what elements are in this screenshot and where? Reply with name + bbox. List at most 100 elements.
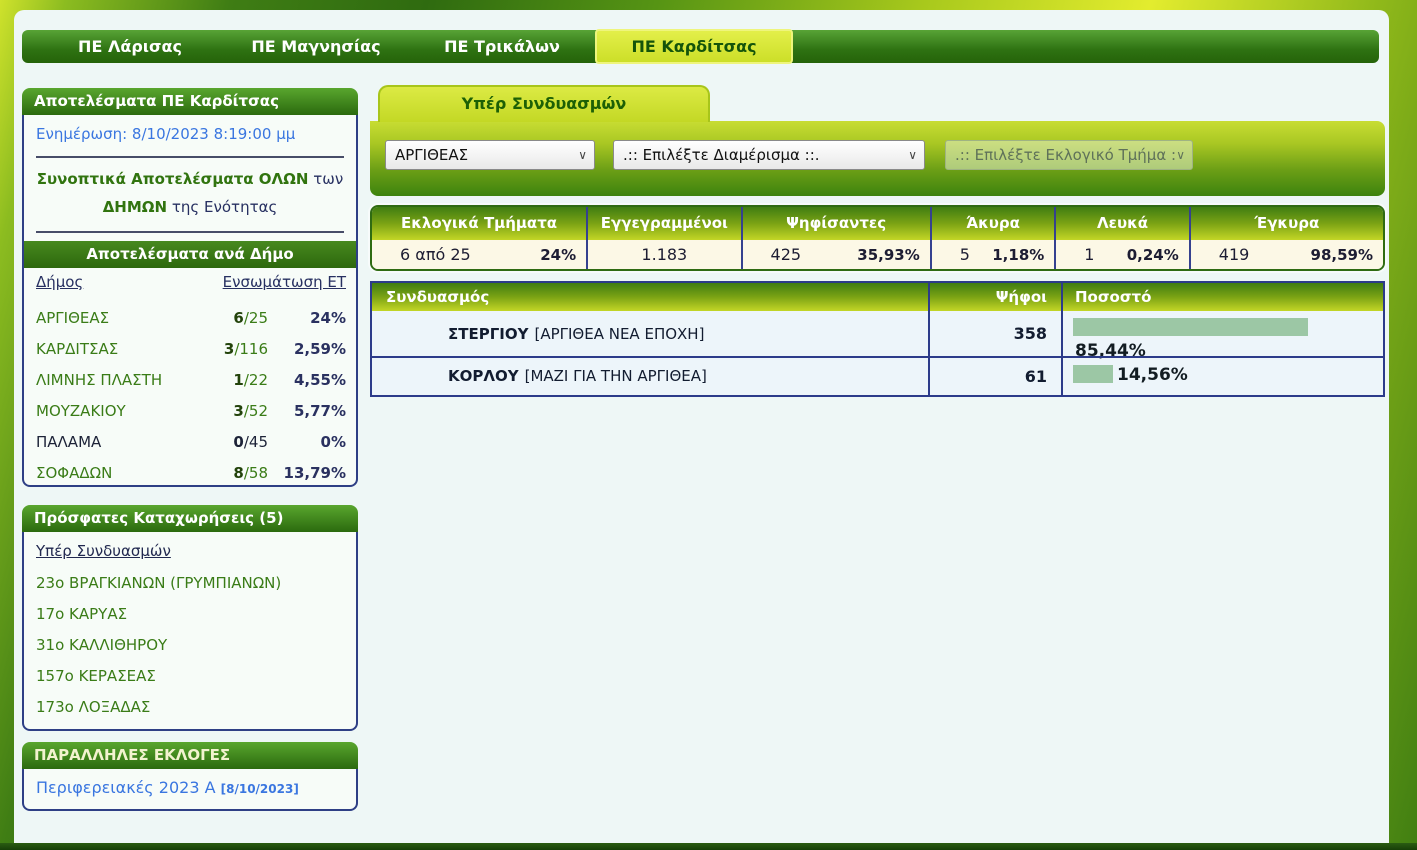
municipality-link[interactable]: ΛΙΜΝΗΣ ΠΛΑΣΤΗ bbox=[36, 371, 173, 389]
percent-label: 14,56% bbox=[1117, 365, 1188, 385]
count-total: /52 bbox=[244, 402, 268, 420]
recent-entry-link[interactable]: 173ο ΛΟΞΑΔΑΣ bbox=[36, 698, 150, 716]
parallel-elections-title: ΠΑΡΑΛΛΗΛΕΣ ΕΚΛΟΓΕΣ bbox=[22, 742, 358, 769]
divider bbox=[36, 156, 344, 158]
parallel-elections-panel: Περιφερειακές 2023 Α [8/10/2023] bbox=[22, 769, 358, 811]
results-table-header: Συνδυασμός Ψήφοι Ποσοστό bbox=[372, 283, 1383, 311]
municipality-link[interactable]: ΚΑΡΔΙΤΣΑΣ bbox=[36, 340, 173, 358]
candidate-name: ΚΟΡΛΟΥ bbox=[448, 367, 519, 385]
municipality-select-value: ΑΡΓΙΘΕΑΣ bbox=[395, 146, 468, 164]
municipality-table-header: Δήμος Ενσωμάτωση ΕΤ bbox=[36, 273, 346, 302]
parallel-election-label: Περιφερειακές 2023 Α bbox=[36, 778, 216, 797]
stat-value: 1 bbox=[1084, 245, 1094, 264]
recent-entry-link[interactable]: 31ο ΚΑΛΛΙΘΗΡΟΥ bbox=[36, 636, 167, 654]
combination-cell: ΚΟΡΛΟΥ [ΜΑΖΙ ΓΙΑ ΤΗΝ ΑΡΓΙΘΕΑ] bbox=[372, 356, 928, 395]
stat-blank: Λευκά 10,24% bbox=[1054, 207, 1188, 269]
summary-all-municipalities-link[interactable]: Συνοπτικά Αποτελέσματα ΟΛΩΝ των ΔΗΜΩΝ τη… bbox=[24, 165, 356, 221]
count-total: /22 bbox=[244, 371, 268, 389]
results-table: Συνδυασμός Ψήφοι Ποσοστό ΣΤΕΡΓΙΟΥ [ΑΡΓΙΘΕ… bbox=[370, 281, 1385, 397]
stat-label: Εγγεγραμμένοι bbox=[588, 207, 740, 240]
count-done: 8 bbox=[233, 464, 243, 482]
municipality-row: ΜΟΥΖΑΚΙΟΥ 3/52 5,77% bbox=[36, 395, 346, 426]
count-total: /25 bbox=[244, 309, 268, 327]
chevron-down-icon: ∨ bbox=[1176, 141, 1185, 169]
count-done: 1 bbox=[233, 371, 243, 389]
district-select[interactable]: .:: Επιλέξτε Διαμέρισμα ::. ∨ bbox=[613, 140, 925, 170]
percent-bar bbox=[1073, 318, 1308, 336]
stat-label: Λευκά bbox=[1056, 207, 1188, 240]
stat-invalid: Άκυρα 51,18% bbox=[930, 207, 1055, 269]
municipality-pct: 24% bbox=[268, 309, 346, 327]
municipality-link[interactable]: ΣΟΦΑΔΩΝ bbox=[36, 464, 173, 482]
count-total: /45 bbox=[244, 433, 268, 451]
municipality-pct: 4,55% bbox=[268, 371, 346, 389]
stat-pct: 24% bbox=[540, 246, 576, 264]
precinct-select-value: .:: Επιλέξτε Εκλογικό Τμήμα : bbox=[955, 146, 1176, 164]
chevron-down-icon: ∨ bbox=[908, 141, 917, 169]
stat-label: Εκλογικά Τμήματα bbox=[372, 207, 586, 240]
stat-value: 5 bbox=[960, 245, 970, 264]
candidate-name: ΣΤΕΡΓΙΟΥ bbox=[448, 325, 528, 343]
col-votes: Ψήφοι bbox=[928, 283, 1061, 311]
stat-label: Έγκυρα bbox=[1191, 207, 1383, 240]
per-municipality-header: Αποτελέσματα ανά Δήμο bbox=[24, 241, 356, 268]
stat-label: Ψηφίσαντες bbox=[743, 207, 930, 240]
municipality-link[interactable]: ΠΑΛΑΜΑ bbox=[36, 433, 173, 451]
region-tabs-bar: ΠΕ Λάρισας ΠΕ Μαγνησίας ΠΕ Τρικάλων ΠΕ Κ… bbox=[22, 30, 1379, 63]
municipality-pct: 13,79% bbox=[268, 464, 346, 482]
tab-pe-magnisias[interactable]: ΠΕ Μαγνησίας bbox=[223, 37, 409, 56]
percent-label: 85,44% bbox=[1075, 341, 1146, 361]
stat-value: 419 bbox=[1219, 245, 1250, 264]
col-integration: Ενσωμάτωση ΕΤ bbox=[223, 273, 346, 302]
tab-pe-karditsas[interactable]: ΠΕ Καρδίτσας bbox=[595, 29, 793, 64]
count-total: /116 bbox=[234, 340, 268, 358]
stat-registered: Εγγεγραμμένοι 1.183 bbox=[586, 207, 740, 269]
summary-part2: των bbox=[313, 170, 343, 188]
parallel-election-link[interactable]: Περιφερειακές 2023 Α [8/10/2023] bbox=[36, 778, 299, 797]
stat-pct: 35,93% bbox=[857, 246, 919, 264]
municipality-row: ΚΑΡΔΙΤΣΑΣ 3/116 2,59% bbox=[36, 333, 346, 364]
results-panel-title: Αποτελέσματα ΠΕ Καρδίτσας bbox=[22, 88, 358, 115]
municipality-count: 8/58 bbox=[173, 464, 268, 482]
result-row: ΣΤΕΡΓΙΟΥ[ΑΡΓΙΘΕΑ ΝΕΑ ΕΠΟΧΗ] 358 85,44% bbox=[372, 311, 1383, 356]
stat-precincts: Εκλογικά Τμήματα 6 από 2524% bbox=[372, 207, 586, 269]
recent-entries-subtitle: Υπέρ Συνδυασμών bbox=[36, 542, 171, 560]
party-name: [ΜΑΖΙ ΓΙΑ ΤΗΝ ΑΡΓΙΘΕΑ] bbox=[525, 367, 707, 385]
recent-entry-link[interactable]: 17ο ΚΑΡΥΑΣ bbox=[36, 605, 127, 623]
party-name: [ΑΡΓΙΘΕΑ ΝΕΑ ΕΠΟΧΗ] bbox=[534, 325, 704, 343]
municipality-select[interactable]: ΑΡΓΙΘΕΑΣ ∨ bbox=[385, 140, 595, 170]
summary-part-bold2: ΔΗΜΩΝ bbox=[103, 198, 167, 216]
stats-bar: Εκλογικά Τμήματα 6 από 2524% Εγγεγραμμέν… bbox=[370, 205, 1385, 271]
municipality-link[interactable]: ΜΟΥΖΑΚΙΟΥ bbox=[36, 402, 173, 420]
municipality-pct: 5,77% bbox=[268, 402, 346, 420]
filters-toolbar: ΑΡΓΙΘΕΑΣ ∨ .:: Επιλέξτε Διαμέρισμα ::. ∨… bbox=[370, 121, 1385, 196]
recent-entries-panel: Υπέρ Συνδυασμών 23ο ΒΡΑΓΚΙΑΝΩΝ (ΓΡΥΜΠΙΑΝ… bbox=[22, 532, 358, 731]
chevron-down-icon: ∨ bbox=[578, 141, 587, 169]
stat-value: 425 bbox=[771, 245, 802, 264]
tab-combinations[interactable]: Υπέρ Συνδυασμών bbox=[378, 85, 710, 122]
precinct-select[interactable]: .:: Επιλέξτε Εκλογικό Τμήμα : ∨ bbox=[945, 140, 1193, 170]
municipality-row: ΛΙΜΝΗΣ ΠΛΑΣΤΗ 1/22 4,55% bbox=[36, 364, 346, 395]
district-select-value: .:: Επιλέξτε Διαμέρισμα ::. bbox=[623, 146, 820, 164]
recent-entry-link[interactable]: 23ο ΒΡΑΓΚΙΑΝΩΝ (ΓΡΥΜΠΙΑΝΩΝ) bbox=[36, 574, 281, 592]
municipality-count: 6/25 bbox=[173, 309, 268, 327]
recent-entries-title: Πρόσφατες Καταχωρήσεις (5) bbox=[22, 505, 358, 532]
count-done: 6 bbox=[233, 309, 243, 327]
stat-pct: 98,59% bbox=[1311, 246, 1373, 264]
municipality-row: ΠΑΛΑΜΑ 0/45 0% bbox=[36, 426, 346, 457]
recent-entry-link[interactable]: 157ο ΚΕΡΑΣΕΑΣ bbox=[36, 667, 156, 685]
stat-value: 1.183 bbox=[641, 245, 687, 264]
municipality-table: Δήμος Ενσωμάτωση ΕΤ ΑΡΓΙΘΕΑΣ 6/25 24% ΚΑ… bbox=[36, 273, 346, 488]
municipality-link[interactable]: ΑΡΓΙΘΕΑΣ bbox=[36, 309, 173, 327]
divider bbox=[36, 231, 344, 233]
tab-pe-larisas[interactable]: ΠΕ Λάρισας bbox=[37, 37, 223, 56]
municipality-count: 0/45 bbox=[173, 433, 268, 451]
votes-cell: 61 bbox=[928, 356, 1061, 395]
municipality-row: ΑΡΓΙΘΕΑΣ 6/25 24% bbox=[36, 302, 346, 333]
count-done: 3 bbox=[224, 340, 234, 358]
count-done: 3 bbox=[233, 402, 243, 420]
tab-pe-trikalon[interactable]: ΠΕ Τρικάλων bbox=[409, 37, 595, 56]
municipality-count: 3/116 bbox=[173, 340, 268, 358]
col-percent: Ποσοστό bbox=[1061, 283, 1383, 311]
stat-voted: Ψηφίσαντες 425 35,93% bbox=[741, 207, 930, 269]
